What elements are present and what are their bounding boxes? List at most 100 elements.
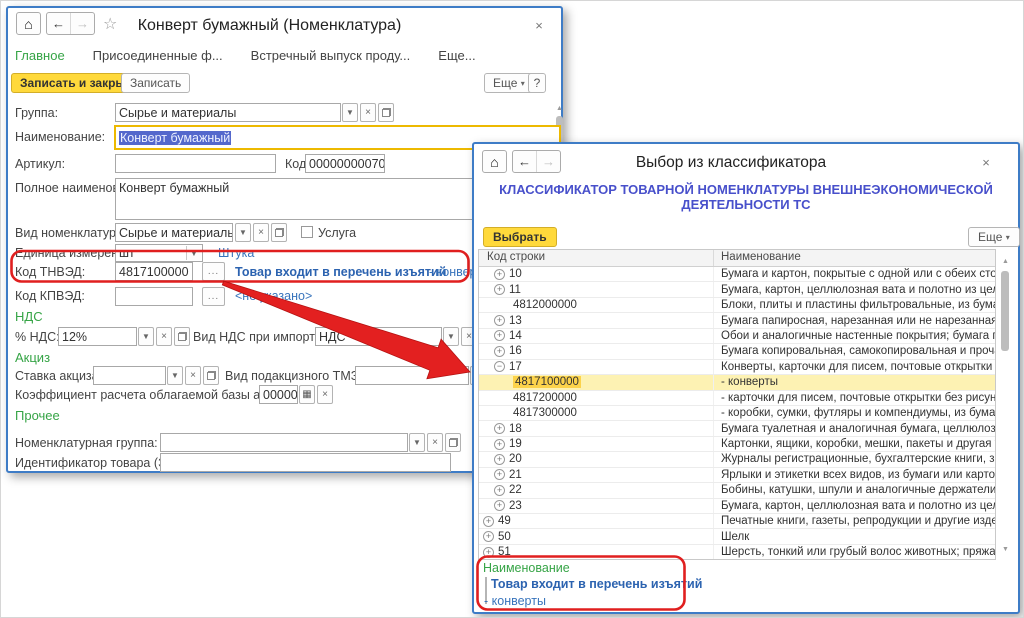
tab-counter-output[interactable]: Встречный выпуск проду...: [251, 48, 411, 63]
kind-dropdown-button[interactable]: ▼: [235, 223, 251, 242]
scroll-down-icon[interactable]: ▼: [1002, 546, 1009, 553]
table-row[interactable]: +11Бумага, картон, целлюлозная вата и по…: [479, 282, 995, 297]
vat-percent-clear-button[interactable]: ×: [156, 327, 172, 346]
table-row[interactable]: +21Ярлыки и этикетки всех видов, из бума…: [479, 468, 995, 483]
kpved-picker-button[interactable]: ...: [202, 287, 225, 306]
group-open-button[interactable]: [378, 103, 394, 122]
more-button[interactable]: Еще ▾: [968, 227, 1020, 247]
table-row[interactable]: 4812000000Блоки, плиты и пластины фильтр…: [479, 298, 995, 313]
vat-percent-dropdown-button[interactable]: ▼: [138, 327, 154, 346]
excise-rate-open-button[interactable]: [203, 366, 219, 385]
expand-icon[interactable]: +: [494, 284, 505, 295]
group-field[interactable]: Сырье и материалы: [115, 103, 341, 122]
excise-rate-clear-button[interactable]: ×: [185, 366, 201, 385]
table-scrollbar[interactable]: [1001, 271, 1009, 351]
open-icon: [275, 228, 284, 237]
row-name: Бумага и картон, покрытые с одной или с …: [714, 267, 995, 281]
article-field[interactable]: [115, 154, 276, 173]
expand-icon[interactable]: +: [483, 516, 494, 527]
close-icon[interactable]: ×: [979, 156, 993, 170]
excise-coef-field[interactable]: 000000: [259, 385, 298, 404]
close-icon[interactable]: ×: [532, 19, 546, 33]
tab-main[interactable]: Главное: [15, 48, 65, 63]
vat-percent-open-button[interactable]: [174, 327, 190, 346]
nomgroup-dropdown-button[interactable]: ▼: [409, 433, 425, 452]
unit-link[interactable]: Штука: [218, 246, 254, 260]
footer-envelope-link[interactable]: - конверты: [484, 594, 546, 608]
table-row[interactable]: +50Шелк: [479, 529, 995, 544]
scroll-up-icon[interactable]: ▲: [556, 105, 563, 112]
kind-field[interactable]: Сырье и материалы: [115, 223, 233, 242]
tab-attached-files[interactable]: Присоединенные ф...: [93, 48, 223, 63]
table-row[interactable]: +49Печатные книги, газеты, репродукции и…: [479, 514, 995, 529]
row-code: 17: [509, 361, 522, 373]
excise-rate-dropdown-button[interactable]: ▼: [167, 366, 183, 385]
row-name: Печатные книги, газеты, репродукции и др…: [714, 514, 995, 528]
help-button[interactable]: ?: [528, 73, 546, 93]
column-header-name[interactable]: Наименование: [714, 250, 995, 266]
chevron-down-icon[interactable]: ▼: [186, 246, 201, 260]
table-row[interactable]: −17 Конверты, карточки для писем, почтовы…: [479, 360, 995, 375]
expand-icon[interactable]: +: [494, 485, 505, 496]
table-row[interactable]: +16Бумага копировальная, самокопировальн…: [479, 344, 995, 359]
table-row[interactable]: +19Картонки, ящики, коробки, мешки, паке…: [479, 437, 995, 452]
group-dropdown-button[interactable]: ▼: [342, 103, 358, 122]
expand-icon[interactable]: +: [494, 454, 505, 465]
excise-coef-clear-button[interactable]: ×: [317, 385, 333, 404]
table-row[interactable]: +10Бумага и картон, покрытые с одной или…: [479, 267, 995, 282]
table-row[interactable]: +20Журналы регистрационные, бухгалтерски…: [479, 452, 995, 467]
expand-icon[interactable]: +: [494, 269, 505, 280]
row-name: Картонки, ящики, коробки, мешки, пакеты …: [714, 437, 995, 451]
expand-icon[interactable]: +: [494, 423, 505, 434]
table-row[interactable]: +22Бобины, катушки, шпули и аналогичные …: [479, 483, 995, 498]
esf-field[interactable]: [160, 453, 451, 472]
expand-icon[interactable]: +: [483, 547, 494, 558]
tab-more[interactable]: Еще...: [438, 48, 475, 63]
row-code: 50: [498, 531, 511, 543]
expand-icon[interactable]: +: [494, 469, 505, 480]
more-button[interactable]: Еще ▾: [484, 73, 534, 93]
vat-percent-field[interactable]: 12%: [58, 327, 137, 346]
excise-coef-calc-button[interactable]: ▦: [299, 385, 315, 404]
save-button[interactable]: Записать: [121, 73, 190, 93]
collapse-icon[interactable]: −: [494, 361, 505, 372]
table-row[interactable]: 4817100000- конверты: [479, 375, 995, 390]
expand-icon[interactable]: +: [494, 500, 505, 511]
tab-bar: Главное Присоединенные ф... Встречный вы…: [15, 48, 476, 63]
nomgroup-field[interactable]: [160, 433, 408, 452]
expand-icon[interactable]: +: [494, 315, 505, 326]
kind-open-button[interactable]: [271, 223, 287, 242]
nomgroup-clear-button[interactable]: ×: [427, 433, 443, 452]
select-button[interactable]: Выбрать: [483, 227, 557, 247]
vat-import-dropdown-button[interactable]: ▼: [443, 327, 459, 346]
group-clear-button[interactable]: ×: [360, 103, 376, 122]
kind-clear-button[interactable]: ×: [253, 223, 269, 242]
kpved-not-set-link[interactable]: <не указано>: [235, 289, 312, 303]
unit-combo[interactable]: шт ▼: [115, 244, 203, 262]
table-row[interactable]: +13Бумага папиросная, нарезанная или не …: [479, 313, 995, 328]
table-row[interactable]: +23Бумага, картон, целлюлозная вата и по…: [479, 499, 995, 514]
vat-import-field[interactable]: НДС: [315, 327, 442, 346]
excise-tmz-field[interactable]: [355, 366, 469, 385]
expand-icon[interactable]: +: [494, 346, 505, 357]
table-row[interactable]: 4817300000- коробки, сумки, футляры и ко…: [479, 406, 995, 421]
excise-rate-field[interactable]: [93, 366, 166, 385]
code-field[interactable]: 00000000070: [305, 154, 385, 173]
tnved-picker-button[interactable]: ...: [202, 262, 225, 281]
chevron-down-icon: ▾: [521, 79, 525, 88]
scroll-up-icon[interactable]: ▲: [1002, 258, 1009, 265]
service-checkbox[interactable]: [301, 226, 313, 238]
table-row[interactable]: +14Обои и аналогичные настенные покрытия…: [479, 329, 995, 344]
row-name: Конверты, карточки для писем, почтовые о…: [714, 360, 995, 374]
expand-icon[interactable]: +: [494, 330, 505, 341]
kpved-field[interactable]: [115, 287, 193, 306]
table-row[interactable]: +51Шерсть, тонкий или грубый волос живот…: [479, 545, 995, 560]
expand-icon[interactable]: +: [483, 531, 494, 542]
column-header-code[interactable]: Код строки: [479, 250, 714, 266]
excise-tmz-label: Вид подакцизного ТМЗ:: [225, 369, 362, 383]
tnved-field[interactable]: 4817100000: [115, 262, 193, 281]
nomgroup-open-button[interactable]: [445, 433, 461, 452]
expand-icon[interactable]: +: [494, 439, 505, 450]
table-row[interactable]: 4817200000- карточки для писем, почтовые…: [479, 391, 995, 406]
table-row[interactable]: +18Бумага туалетная и аналогичная бумага…: [479, 421, 995, 436]
